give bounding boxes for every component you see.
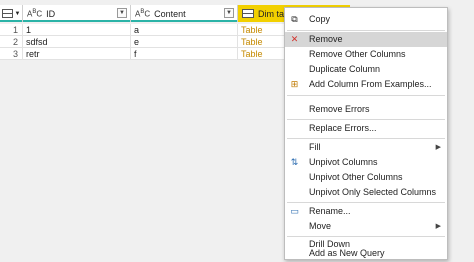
menu-item-label: Move <box>309 221 332 231</box>
menu-item-label: Unpivot Columns <box>309 157 378 167</box>
text-type-icon[interactable]: ABC <box>135 9 150 19</box>
menu-item-unpivot-columns[interactable]: ⇅ Unpivot Columns <box>285 155 447 170</box>
table-type-icon[interactable] <box>242 9 254 18</box>
table-menu-button[interactable]: ▼ <box>0 5 23 22</box>
cell-id[interactable]: sdfsd <box>23 36 131 48</box>
column-name: Content <box>154 8 186 19</box>
menu-item-rename[interactable]: ▭ Rename... <box>285 204 447 219</box>
column-header-content[interactable]: ABC Content ▼ <box>131 5 238 22</box>
cell-content[interactable]: e <box>131 36 238 48</box>
cell-id[interactable]: 1 <box>23 24 131 36</box>
remove-column-icon: ✕ <box>290 34 299 44</box>
chevron-down-icon: ▼ <box>14 10 21 17</box>
menu-item-remove[interactable]: ✕ Remove <box>285 32 447 47</box>
copy-icon: ⧉ <box>291 14 298 24</box>
menu-item-fill[interactable]: Fill ▶ <box>285 140 447 155</box>
row-number: 3 <box>0 48 23 60</box>
menu-divider <box>287 138 445 139</box>
column-context-menu: ⧉ Copy ✕ Remove Remove Other Columns Dup… <box>284 7 448 260</box>
rename-icon: ▭ <box>290 206 299 216</box>
menu-item-unpivot-selected-columns[interactable]: Unpivot Only Selected Columns <box>285 185 447 200</box>
menu-item-label: Remove Errors <box>309 104 370 114</box>
menu-item-add-as-new-query[interactable]: Add as New Query <box>285 246 447 261</box>
menu-divider <box>287 119 445 120</box>
column-from-examples-icon: ⊞ <box>290 79 299 89</box>
menu-item-label: Unpivot Other Columns <box>309 172 403 182</box>
column-filter-button[interactable]: ▼ <box>224 8 234 18</box>
unpivot-icon: ⇅ <box>290 157 299 167</box>
menu-item-copy[interactable]: ⧉ Copy <box>285 12 447 27</box>
column-name: ID <box>46 8 56 19</box>
menu-item-replace-errors[interactable]: Replace Errors... <box>285 121 447 136</box>
cell-content[interactable]: a <box>131 24 238 36</box>
menu-item-label: Rename... <box>309 206 351 216</box>
table-grid-icon <box>1 9 13 18</box>
menu-item-remove-errors[interactable]: Remove Errors <box>285 102 447 117</box>
row-number: 2 <box>0 36 23 48</box>
submenu-arrow-icon: ▶ <box>435 223 441 230</box>
menu-divider <box>287 30 445 31</box>
menu-item-label: Replace Errors... <box>309 123 377 133</box>
submenu-arrow-icon: ▶ <box>435 144 441 151</box>
menu-item-add-column-from-examples[interactable]: ⊞ Add Column From Examples... <box>285 77 447 92</box>
menu-item-remove-other-columns[interactable]: Remove Other Columns <box>285 47 447 62</box>
menu-item-unpivot-other-columns[interactable]: Unpivot Other Columns <box>285 170 447 185</box>
cell-content[interactable]: f <box>131 48 238 60</box>
text-type-icon[interactable]: ABC <box>27 9 42 19</box>
row-number: 1 <box>0 24 23 36</box>
column-filter-button[interactable]: ▼ <box>117 8 127 18</box>
cell-id[interactable]: retr <box>23 48 131 60</box>
menu-item-label: Unpivot Only Selected Columns <box>309 187 437 197</box>
column-header-id[interactable]: ABC ID ▼ <box>23 5 131 22</box>
menu-item-label: Copy <box>309 14 331 24</box>
menu-item-duplicate-column[interactable]: Duplicate Column <box>285 62 447 77</box>
menu-item-label: Fill <box>309 142 321 152</box>
menu-item-label: Remove Other Columns <box>309 49 406 59</box>
menu-item-label: Add Column From Examples... <box>309 79 432 89</box>
menu-item-label: Add as New Query <box>309 248 385 258</box>
menu-divider <box>287 95 445 96</box>
menu-item-label: Duplicate Column <box>309 64 381 74</box>
menu-divider <box>287 202 445 203</box>
menu-item-label: Remove <box>309 34 343 44</box>
menu-item-move[interactable]: Move ▶ <box>285 219 447 234</box>
